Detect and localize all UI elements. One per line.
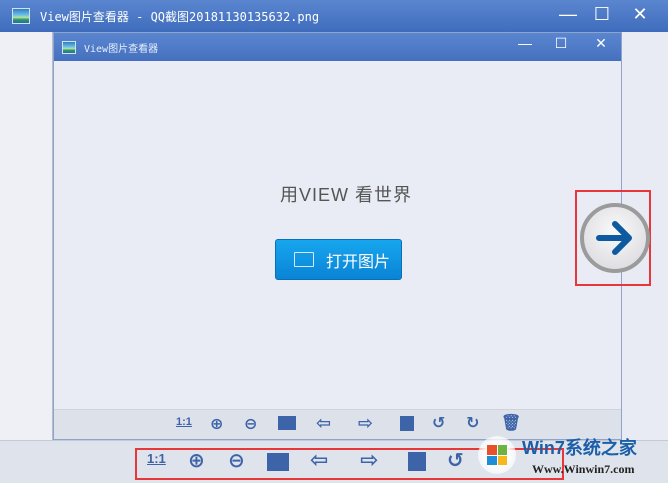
open-folder-icon[interactable] (278, 416, 296, 430)
inner-maximize-button[interactable]: ☐ (546, 35, 576, 52)
rotate-right-icon[interactable]: ↻ (466, 413, 479, 433)
inner-titlebar: View图片查看器 — ☐ ✕ (54, 33, 621, 61)
previous-icon[interactable]: ⇦ (316, 413, 331, 434)
rotate-left-icon[interactable]: ↺ (432, 413, 445, 433)
zoom-out-icon[interactable]: ⊖ (244, 414, 257, 434)
delete-icon[interactable]: 🗑 (501, 413, 521, 433)
window-title: View图片查看器 - QQ截图20181130135632.png (40, 9, 320, 24)
next-image-button[interactable] (580, 203, 650, 273)
watermark-url: Www.Winwin7.com (532, 462, 635, 476)
close-button[interactable]: ✕ (620, 0, 660, 28)
app-icon (62, 40, 76, 54)
maximize-button[interactable]: ☐ (582, 0, 622, 28)
zoom-in-icon[interactable]: ⊕ (210, 414, 223, 434)
inner-close-button[interactable]: ✕ (586, 35, 616, 52)
open-image-button[interactable]: 打开图片 (275, 239, 402, 280)
watermark: Win7系统之家 Www.Winwin7.com (470, 432, 668, 483)
arrow-right-icon (596, 221, 632, 255)
watermark-brand: Win7系统之家 (522, 438, 637, 458)
inner-title: View图片查看器 (84, 43, 159, 55)
inner-window: View图片查看器 — ☐ ✕ 用VIEW 看世界 打开图片 1:1 ⊕ ⊖ ⇦… (53, 32, 622, 440)
app-icon (12, 8, 30, 24)
window-titlebar: View图片查看器 - QQ截图20181130135632.png — ☐ ✕ (0, 0, 668, 32)
save-icon[interactable] (400, 416, 414, 431)
next-icon[interactable]: ⇨ (358, 413, 373, 434)
left-panel (0, 32, 53, 440)
inner-minimize-button[interactable]: — (510, 35, 540, 51)
folder-icon (294, 252, 314, 267)
slogan: 用VIEW 看世界 (280, 185, 413, 205)
windows-logo-icon (478, 436, 516, 474)
actual-size-button[interactable]: 1:1 (176, 416, 192, 428)
open-image-label: 打开图片 (326, 253, 391, 271)
